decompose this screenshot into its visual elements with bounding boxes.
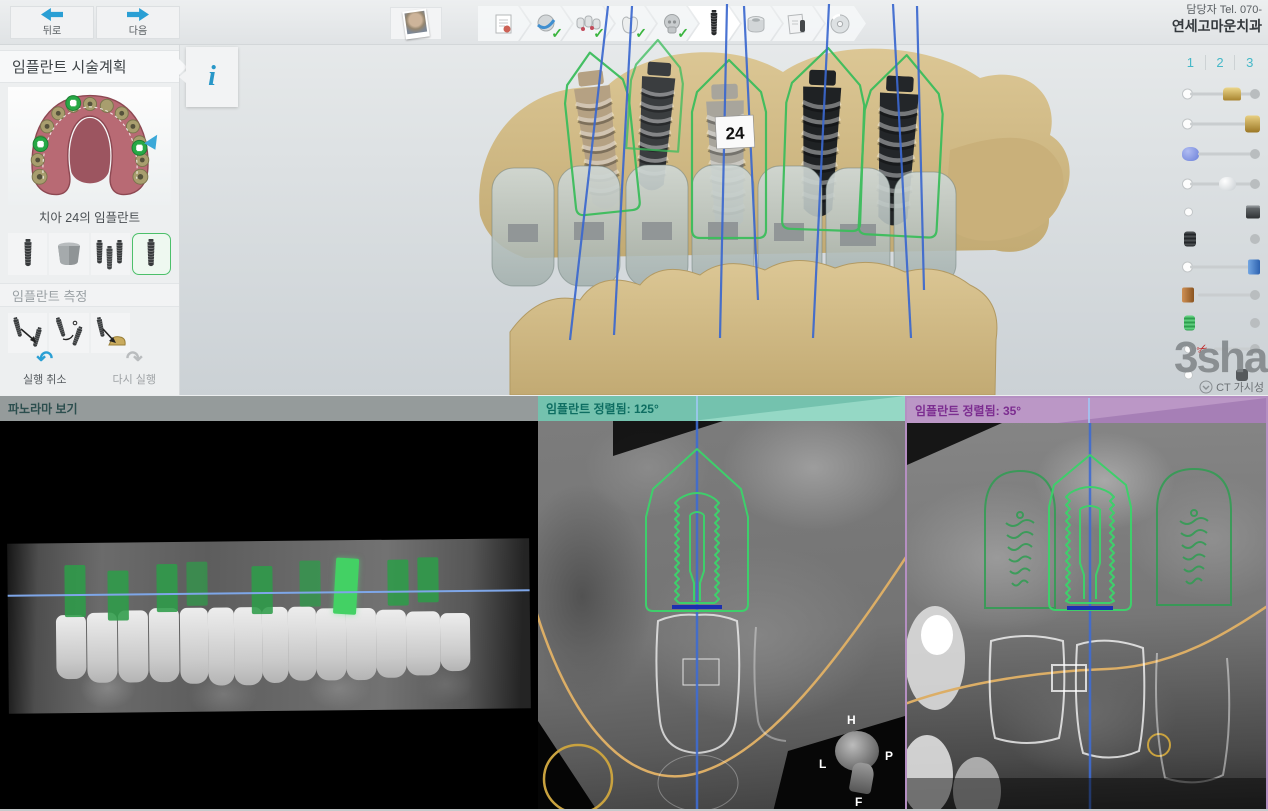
- right-visibility-controls: 1 2 3 ✂ 3shap CT 가시성: [1174, 0, 1268, 395]
- slider-blue-tooth[interactable]: [1182, 144, 1260, 164]
- svg-text:24: 24: [725, 123, 745, 143]
- cross1-canvas[interactable]: H P L F: [538, 421, 905, 811]
- next-arrow-icon: [127, 8, 149, 21]
- back-label: 뒤로: [42, 26, 62, 37]
- toggle-dark-cylinder[interactable]: [1182, 202, 1260, 222]
- tab-3[interactable]: 3: [1235, 55, 1264, 70]
- left-sidebar: 임플란트 시술계획 치아 24의 임플란트 임플란트 측정 ↶ 실행 취소 ↷ …: [0, 45, 180, 395]
- 3d-viewport-canvas[interactable]: 24: [180, 0, 1268, 395]
- redo-button[interactable]: ↷ 다시 실행: [92, 345, 176, 391]
- info-button[interactable]: i: [179, 47, 238, 107]
- slider-blue-cylinder[interactable]: [1182, 257, 1260, 277]
- tab-1[interactable]: 1: [1176, 55, 1206, 70]
- toggle-dark-implant[interactable]: [1182, 229, 1260, 249]
- preview-caption: 치아 24의 임플란트: [38, 210, 141, 225]
- next-button[interactable]: 다음: [96, 6, 180, 39]
- slice-wedge: [692, 396, 905, 421]
- slider-abutment-gold[interactable]: [1182, 84, 1260, 104]
- adjacent-implant-right: [1156, 467, 1232, 606]
- gold-post-handle: [1245, 115, 1260, 133]
- tool-single-implant[interactable]: [8, 233, 48, 275]
- measure-section-title: 임플란트 측정: [0, 283, 179, 307]
- bottom-panels: 파노라마 보기 임플란트 정렬됨: 125° H P L F 임플란트 정렬됨:…: [0, 395, 1268, 811]
- tab-2[interactable]: 2: [1206, 55, 1236, 70]
- slider-gold-post[interactable]: [1182, 114, 1260, 134]
- copper-cylinder-handle: [1182, 287, 1194, 303]
- implant-group-icon: [96, 240, 124, 270]
- tooth-number-label: 24: [714, 114, 756, 150]
- info-icon: i: [208, 61, 216, 92]
- brand-watermark: 3shap: [1174, 333, 1268, 382]
- nav-buttons: 뒤로 다음: [10, 6, 180, 39]
- arch-preview-image: [30, 94, 157, 196]
- adjacent-implant-left: [984, 469, 1056, 609]
- slider-tabs: 1 2 3: [1176, 55, 1264, 70]
- teeth-outlines: [988, 635, 1231, 784]
- tool-implant-group[interactable]: [90, 233, 130, 275]
- panorama-canvas[interactable]: [0, 421, 538, 811]
- green-implant-icon: [1184, 315, 1195, 331]
- white-tooth-handle: [1219, 177, 1237, 191]
- panorama-panel: 파노라마 보기: [0, 396, 538, 811]
- orientation-head[interactable]: H P L F: [819, 713, 899, 809]
- axis-line: [1088, 398, 1090, 423]
- dark-cylinder-icon: [1246, 205, 1260, 219]
- toggle-green-implant[interactable]: [1182, 313, 1260, 333]
- page-title: 임플란트 시술계획: [0, 50, 179, 83]
- axis-line: [696, 396, 698, 421]
- implant-studio-app: 뒤로 다음 ✓ ✓ ✓ ✓ 담당자 Tel. 070- 연세고마운치과 임플란트…: [0, 0, 1268, 811]
- cross-section-panel-1: 임플란트 정렬됨: 125° H P L F: [538, 396, 905, 811]
- undo-button[interactable]: ↶ 실행 취소: [3, 345, 87, 391]
- next-label: 다음: [128, 26, 148, 37]
- cross-section-panel-2: 임플란트 정렬됨: 35°: [905, 396, 1268, 811]
- implant-icon: [21, 239, 35, 269]
- selected-implant-marker: [332, 557, 360, 615]
- undo-redo-row: ↶ 실행 취소 ↷ 다시 실행: [0, 345, 179, 391]
- dark-implant-icon: [1184, 231, 1196, 247]
- back-button[interactable]: 뒤로: [10, 6, 94, 39]
- tool-selected-implant[interactable]: [131, 233, 171, 275]
- panorama-header: 파노라마 보기: [0, 396, 538, 421]
- abutment-icon: [57, 242, 80, 265]
- panorama-xray-strip: [7, 538, 531, 714]
- back-arrow-icon: [41, 8, 63, 21]
- undo-icon: ↶: [36, 348, 54, 370]
- cross2-overlay: [907, 423, 1266, 809]
- redo-icon: ↷: [125, 348, 143, 370]
- cross1-header: 임플란트 정렬됨: 125°: [538, 396, 905, 421]
- blue-cylinder-handle: [1248, 259, 1260, 275]
- cross2-canvas[interactable]: [907, 423, 1266, 809]
- tool-abutment[interactable]: [49, 233, 89, 275]
- cross2-header: 임플란트 정렬됨: 35°: [907, 398, 1266, 423]
- blue-tooth-handle: [1182, 147, 1199, 161]
- slider-white-tooth[interactable]: [1182, 174, 1260, 194]
- arch-preview: [8, 87, 171, 205]
- implant-icon: [144, 239, 158, 269]
- gold-abutment-handle: [1222, 87, 1241, 101]
- slider-copper-cylinder[interactable]: [1182, 285, 1260, 305]
- implant-tools: [8, 233, 171, 275]
